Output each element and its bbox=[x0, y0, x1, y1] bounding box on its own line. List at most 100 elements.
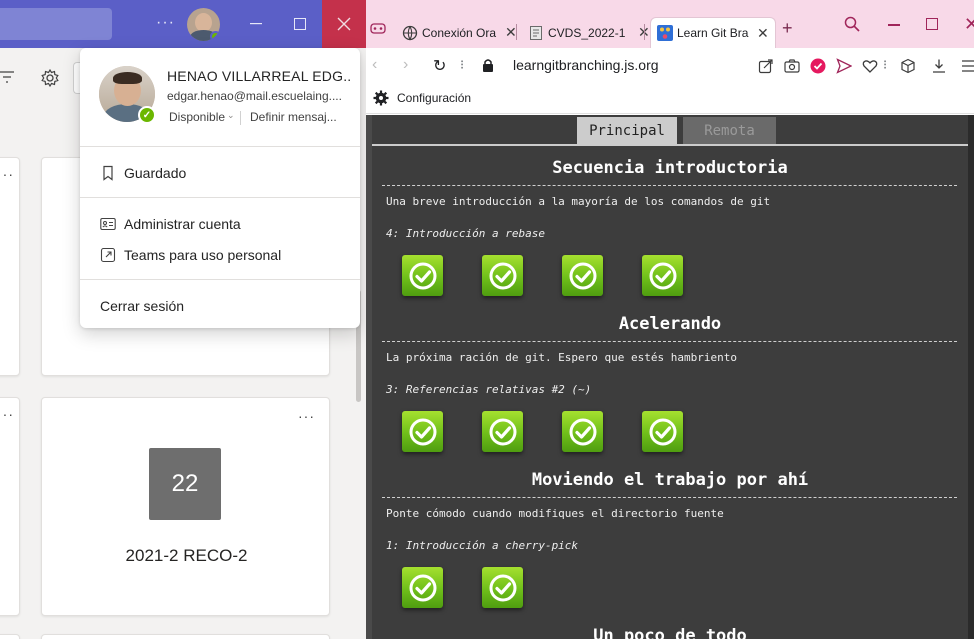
download-icon[interactable] bbox=[931, 58, 947, 74]
new-tab-button[interactable]: + bbox=[782, 18, 793, 39]
tab-conexion-oracle[interactable]: Conexión Ora ✕ bbox=[402, 17, 517, 48]
level-completed-button[interactable] bbox=[642, 255, 683, 296]
document-icon bbox=[530, 25, 542, 40]
sequence-description: Ponte cómodo cuando modifiques el direct… bbox=[386, 507, 724, 520]
forward-button[interactable]: › bbox=[403, 56, 408, 74]
menu-item-sign-out[interactable]: Cerrar sesión bbox=[100, 296, 184, 316]
level-completed-button[interactable] bbox=[402, 255, 443, 296]
tab-actions-icon[interactable] bbox=[370, 20, 386, 36]
profile-email: edgar.henao@mail.escuelaing.... bbox=[167, 89, 342, 103]
menu-item-teams-personal[interactable]: Teams para uso personal bbox=[100, 245, 281, 265]
filter-icon[interactable] bbox=[0, 70, 16, 84]
url-field[interactable]: learngitbranching.js.org bbox=[513, 57, 659, 73]
divider bbox=[240, 111, 241, 125]
separator-dots: ⁝ bbox=[460, 57, 465, 72]
close-tab-icon[interactable]: ✕ bbox=[505, 24, 517, 41]
address-bar: ‹ › ↻ ⁝ learngitbranching.js.org ⁝ bbox=[366, 48, 974, 82]
shield-icon[interactable] bbox=[810, 58, 826, 74]
team-avatar-tile: 22 bbox=[149, 448, 221, 520]
card-more-button[interactable]: ··· bbox=[0, 166, 14, 182]
sequence-title: Un poco de todo bbox=[593, 626, 747, 639]
team-card[interactable] bbox=[41, 634, 330, 639]
checkmark-icon bbox=[569, 262, 596, 289]
checkmark-icon bbox=[489, 574, 516, 601]
tab-title: CVDS_2022-1 bbox=[548, 25, 626, 40]
menu-item-manage-account[interactable]: Administrar cuenta bbox=[100, 214, 241, 234]
level-completed-button[interactable] bbox=[562, 411, 603, 452]
sequence-title: Acelerando bbox=[618, 314, 722, 334]
teams-more-button[interactable]: ··· bbox=[156, 14, 175, 32]
profile-avatar-button[interactable] bbox=[187, 8, 220, 41]
team-card-reco[interactable]: ··· 22 2021-2 RECO-2 bbox=[41, 397, 330, 616]
minimize-button[interactable] bbox=[234, 0, 278, 48]
checkmark-icon bbox=[649, 262, 676, 289]
bookmark-icon bbox=[103, 165, 113, 181]
divider bbox=[516, 24, 517, 40]
menu-icon[interactable] bbox=[961, 58, 974, 74]
reload-button[interactable]: ↻ bbox=[433, 56, 446, 76]
gear-icon[interactable] bbox=[40, 68, 60, 88]
sequence-divider bbox=[382, 185, 957, 186]
level-completed-button[interactable] bbox=[402, 567, 443, 608]
level-completed-button[interactable] bbox=[482, 411, 523, 452]
sequence-divider bbox=[382, 497, 957, 498]
tab-underline bbox=[372, 144, 968, 146]
open-external-icon bbox=[100, 247, 116, 263]
level-completed-button[interactable] bbox=[402, 411, 443, 452]
tab-cvds[interactable]: CVDS_2022-1 ✕ bbox=[528, 17, 650, 48]
team-card[interactable] bbox=[0, 634, 20, 639]
cube-icon[interactable] bbox=[900, 58, 916, 74]
close-button[interactable]: ✕ bbox=[964, 14, 974, 35]
avatar-hair bbox=[113, 72, 142, 84]
sequence-description: La próxima ración de git. Espero que est… bbox=[386, 351, 737, 364]
checkmark-icon bbox=[569, 418, 596, 445]
team-card[interactable]: ··· bbox=[0, 397, 20, 616]
back-button[interactable]: ‹ bbox=[372, 56, 377, 74]
tab-principal[interactable]: Principal bbox=[577, 117, 677, 144]
status-available-icon: ✓ bbox=[138, 106, 156, 124]
close-tab-icon[interactable]: ✕ bbox=[757, 25, 769, 42]
menu-item-saved[interactable]: Guardado bbox=[100, 163, 186, 183]
profile-menu: ✓ HENAO VILLARREAL EDG... edgar.henao@ma… bbox=[80, 48, 360, 328]
tab-remota[interactable]: Remota bbox=[683, 117, 776, 144]
team-card[interactable]: ··· bbox=[0, 157, 20, 376]
level-completed-button[interactable] bbox=[482, 567, 523, 608]
bookmark-configuracion[interactable]: Configuración bbox=[397, 91, 471, 105]
card-more-button[interactable]: ··· bbox=[298, 408, 315, 424]
globe-icon bbox=[402, 25, 418, 41]
level-completed-button[interactable] bbox=[562, 255, 603, 296]
tab-title: Learn Git Brar bbox=[677, 26, 749, 40]
learngitbranching-page: Principal Remota Secuencia introductoria… bbox=[366, 115, 974, 639]
close-icon bbox=[337, 17, 351, 31]
lock-icon[interactable] bbox=[482, 58, 494, 72]
close-button[interactable] bbox=[322, 0, 366, 48]
share-icon[interactable] bbox=[758, 58, 774, 74]
heart-icon[interactable] bbox=[862, 58, 878, 74]
page-edge bbox=[968, 115, 974, 639]
card-more-button[interactable]: ··· bbox=[0, 406, 14, 422]
checkmark-icon bbox=[409, 418, 436, 445]
level-completed-button[interactable] bbox=[642, 411, 683, 452]
camera-icon[interactable] bbox=[784, 58, 800, 74]
search-icon[interactable] bbox=[844, 16, 860, 32]
checkmark-icon bbox=[409, 262, 436, 289]
sequence-description: Una breve introducción a la mayoría de l… bbox=[386, 195, 771, 208]
maximize-button[interactable] bbox=[926, 18, 938, 30]
teams-search-box[interactable] bbox=[0, 8, 112, 40]
separator-dots: ⁝ bbox=[883, 57, 888, 72]
minimize-button[interactable] bbox=[888, 24, 900, 26]
tab-learn-git-branching[interactable]: Learn Git Brar ✕ bbox=[650, 17, 776, 48]
checkmark-icon bbox=[649, 418, 676, 445]
menu-item-label: Guardado bbox=[124, 165, 187, 181]
tab-strip: Conexión Ora ✕ CVDS_2022-1 ✕ Learn Git B… bbox=[366, 0, 974, 48]
menu-item-label: Administrar cuenta bbox=[124, 216, 241, 232]
send-icon[interactable] bbox=[836, 58, 852, 74]
set-status-message-button[interactable]: Definir mensaj... bbox=[250, 110, 337, 124]
chevron-down-icon[interactable]: ⌄ bbox=[227, 110, 235, 121]
level-completed-button[interactable] bbox=[482, 255, 523, 296]
availability-dropdown[interactable]: Disponible bbox=[169, 110, 225, 124]
teams-titlebar: ··· bbox=[0, 0, 366, 48]
level-select-panel: Principal Remota Secuencia introductoria… bbox=[372, 115, 968, 639]
sequence-divider bbox=[382, 341, 957, 342]
maximize-button[interactable] bbox=[278, 0, 322, 48]
